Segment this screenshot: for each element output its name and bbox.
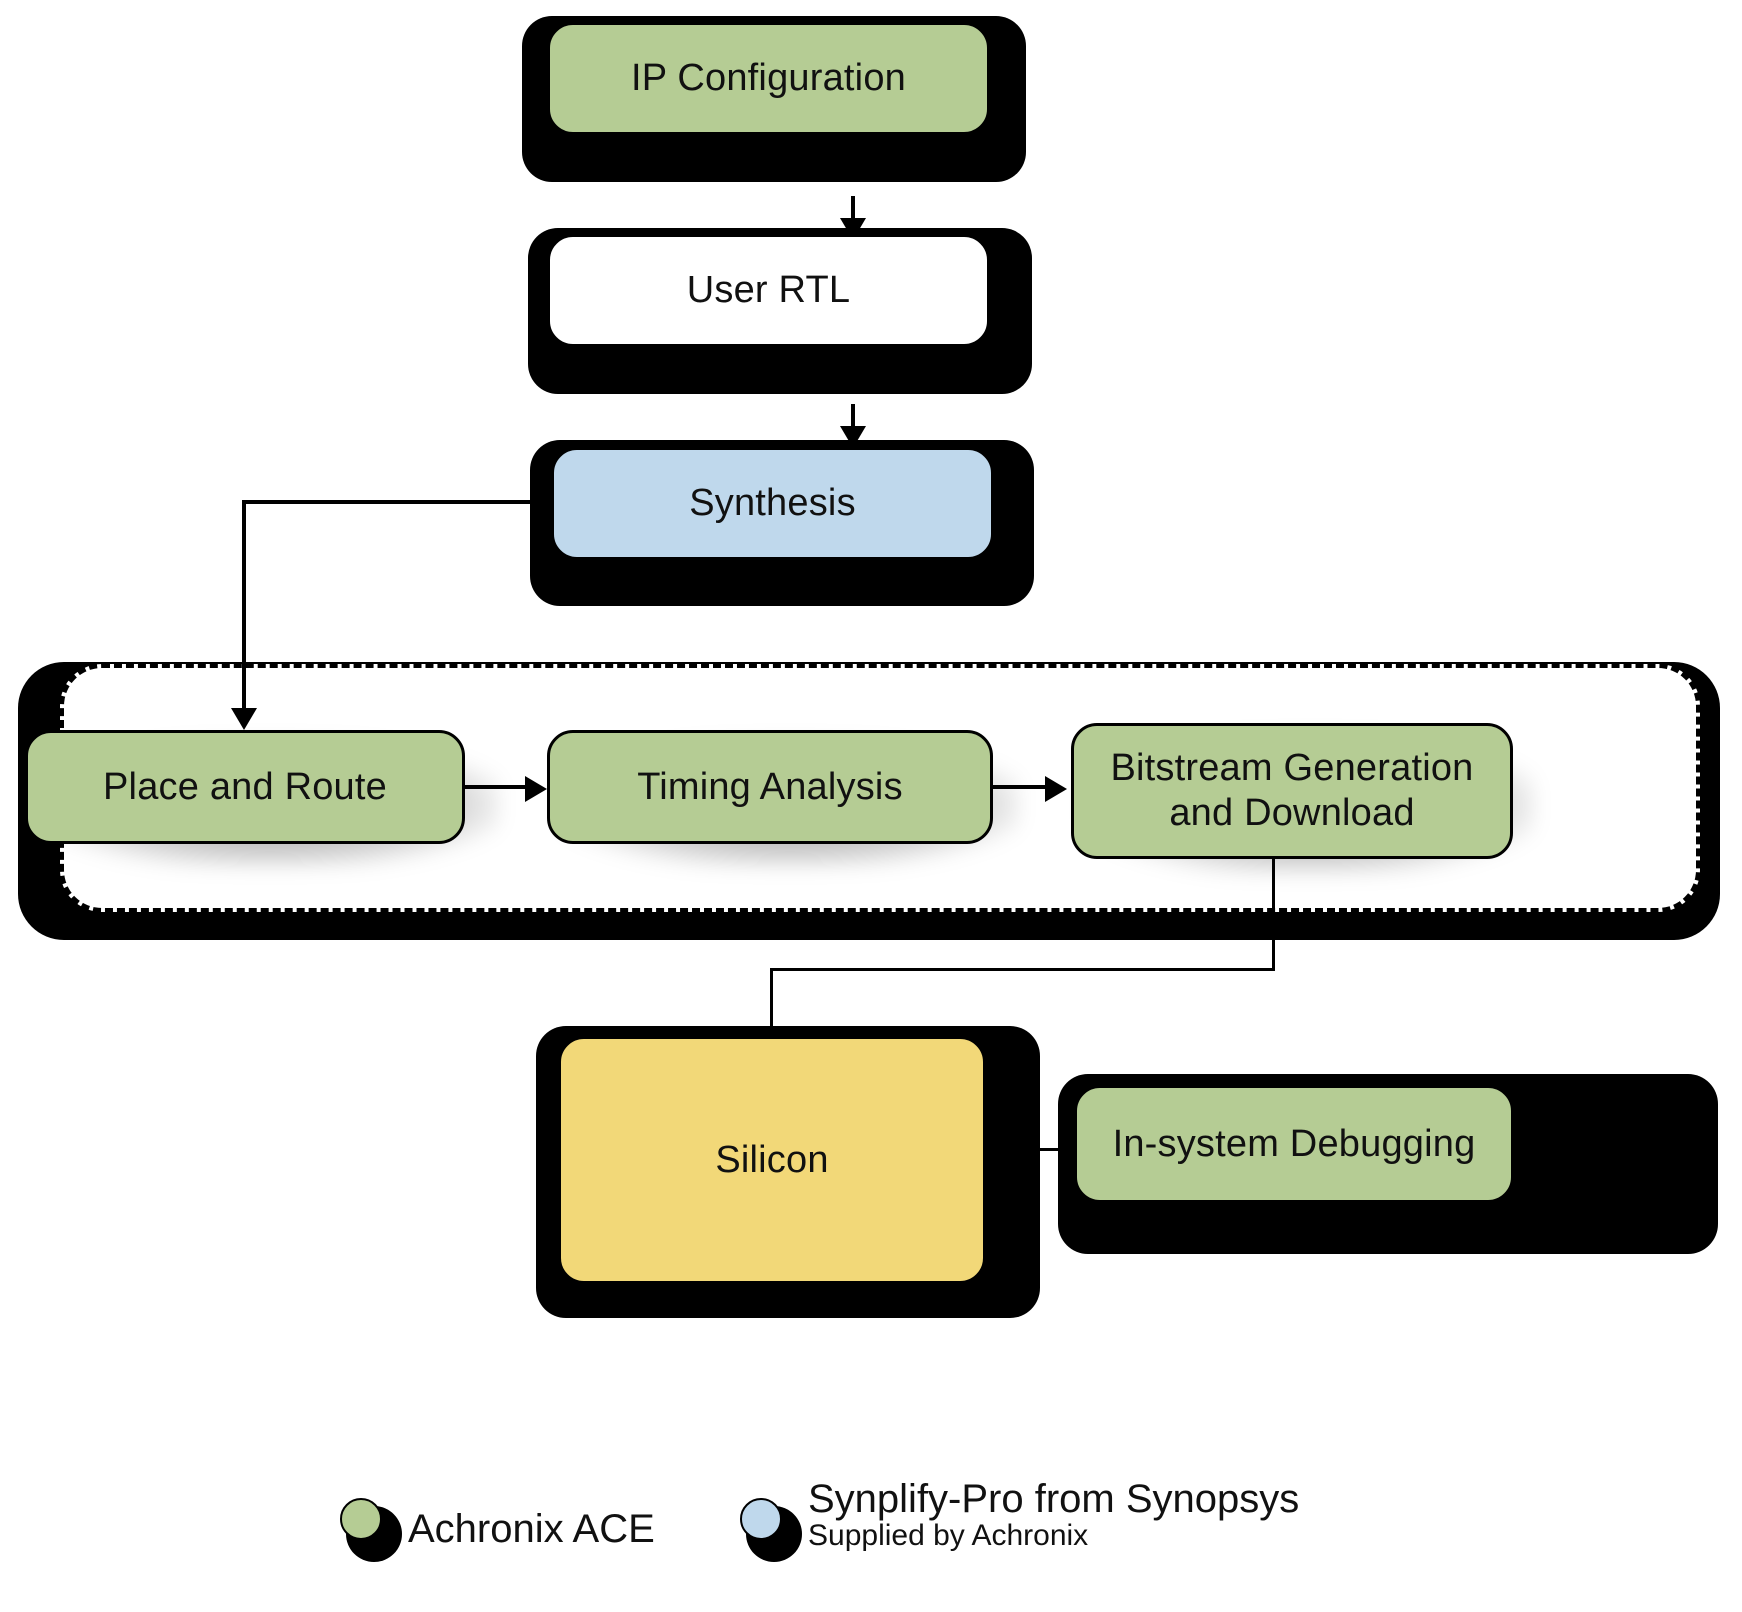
legend-swatch-ace-icon	[340, 1498, 382, 1540]
legend-swatch-wrap-ace	[340, 1498, 402, 1562]
legend-label-synplify-pro-block: Synplify-Pro from Synopsys Supplied by A…	[808, 1476, 1300, 1552]
legend-sublabel-supplied-by-achronix: Supplied by Achronix	[808, 1518, 1089, 1552]
legend-swatch-wrap-synplify	[740, 1498, 802, 1562]
diagram-canvas: IP Configuration User RTL Synthesis Plac…	[0, 0, 1742, 1612]
legend-swatch-synplify-icon	[740, 1498, 782, 1540]
legend-item-achronix-ace: Achronix ACE	[340, 1498, 655, 1562]
legend-label-synplify-pro: Synplify-Pro from Synopsys	[808, 1476, 1300, 1521]
legend-label-achronix-ace: Achronix ACE	[408, 1506, 655, 1551]
legend-item-synplify-pro: Synplify-Pro from Synopsys Supplied by A…	[740, 1470, 1300, 1562]
legend: Achronix ACE Synplify-Pro from Synopsys …	[0, 0, 1742, 1612]
